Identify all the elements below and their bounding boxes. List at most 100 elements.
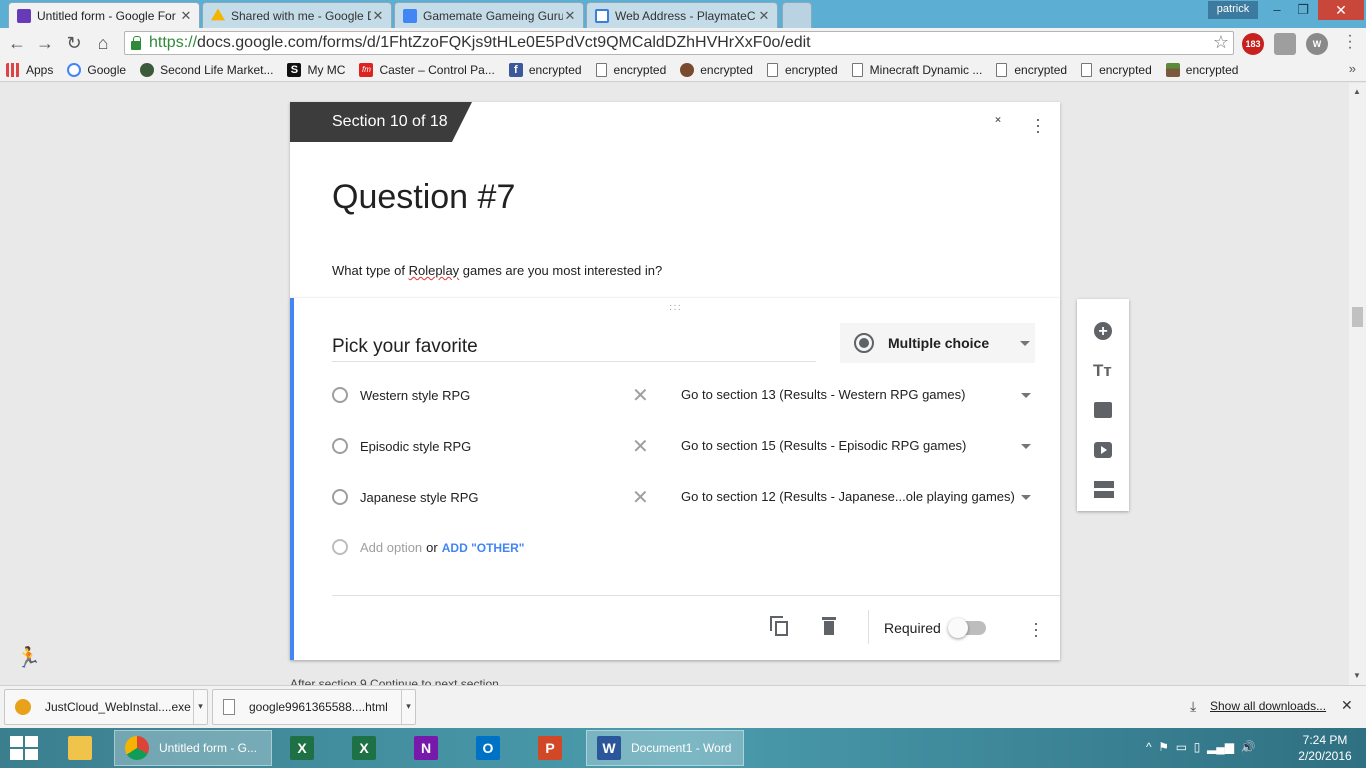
- chevron-down-icon[interactable]: [1021, 495, 1031, 500]
- minimize-icon[interactable]: –: [1264, 0, 1290, 20]
- taskbar-excel[interactable]: X: [280, 730, 330, 766]
- duplicate-icon[interactable]: [770, 616, 788, 636]
- add-video-icon[interactable]: [1094, 442, 1112, 458]
- page-scrollbar[interactable]: ▲ ▼: [1349, 83, 1366, 685]
- chevron-down-icon[interactable]: ▾: [401, 690, 415, 724]
- tab-title: Shared with me - Google D: [231, 8, 371, 23]
- question-more-icon[interactable]: · · ·: [1032, 614, 1040, 644]
- chevron-down-icon[interactable]: [1021, 444, 1031, 449]
- add-other-button[interactable]: ADD "OTHER": [442, 541, 525, 555]
- show-all-downloads-link[interactable]: Show all downloads...: [1210, 699, 1326, 713]
- close-downloads-icon[interactable]: ✕: [1341, 697, 1353, 714]
- go-to-section-select[interactable]: Go to section 12 (Results - Japanese...o…: [681, 489, 1015, 504]
- taskbar-app-label: Document1 - Word: [631, 741, 732, 755]
- google-icon: [67, 62, 82, 77]
- close-tab-icon[interactable]: ✕: [179, 8, 193, 24]
- chevron-down-icon[interactable]: ▾: [193, 690, 207, 724]
- adblock-icon[interactable]: 183: [1242, 33, 1264, 55]
- download-item[interactable]: google9961365588....html ▾: [212, 689, 416, 725]
- add-option-button[interactable]: Add option: [360, 540, 422, 555]
- bookmark-encrypted-4[interactable]: encrypted: [766, 62, 838, 77]
- scroll-down-icon[interactable]: ▼: [1353, 671, 1361, 680]
- bookmark-encrypted-5[interactable]: encrypted: [996, 62, 1067, 77]
- bookmark-google[interactable]: Google: [67, 62, 126, 77]
- trash-icon[interactable]: [822, 617, 836, 635]
- add-title-icon[interactable]: Tт: [1093, 361, 1113, 381]
- bookmark-minecraft-dynamic[interactable]: Minecraft Dynamic ...: [851, 62, 982, 77]
- bookmark-encrypted-6[interactable]: encrypted: [1081, 62, 1152, 77]
- question-card[interactable]: ··· ··· Pick your favorite Multiple choic…: [290, 298, 1060, 660]
- close-tab-icon[interactable]: ✕: [563, 8, 577, 24]
- remove-option-icon[interactable]: ✕: [632, 485, 649, 510]
- reload-icon[interactable]: ↻: [63, 32, 85, 54]
- close-tab-icon[interactable]: ✕: [371, 8, 385, 24]
- remove-option-icon[interactable]: ✕: [632, 383, 649, 408]
- taskbar-outlook[interactable]: O: [466, 730, 516, 766]
- extension-icon[interactable]: [1274, 33, 1296, 55]
- required-toggle[interactable]: [948, 618, 986, 638]
- add-image-icon[interactable]: [1094, 402, 1112, 418]
- bookmark-my-mc[interactable]: S My MC: [287, 62, 345, 77]
- taskbar-file-explorer[interactable]: [58, 730, 104, 766]
- section-header-card: Section 10 of 18 ⌄ ⌃ · · · Question #7 What…: [290, 102, 1060, 298]
- remove-option-icon[interactable]: ✕: [632, 434, 649, 459]
- hand-icon: [140, 62, 155, 77]
- go-to-section-select[interactable]: Go to section 13 (Results - Western RPG …: [681, 387, 965, 402]
- close-tab-icon[interactable]: ✕: [757, 8, 771, 24]
- bookmark-apps[interactable]: Apps: [6, 62, 53, 77]
- home-icon[interactable]: ⌂: [92, 32, 114, 54]
- option-label[interactable]: Japanese style RPG: [360, 490, 479, 505]
- scroll-up-icon[interactable]: ▲: [1353, 87, 1361, 96]
- option-label[interactable]: Western style RPG: [360, 388, 470, 403]
- windows-start-icon[interactable]: [10, 736, 38, 760]
- bookmark-encrypted-1[interactable]: f encrypted: [508, 62, 582, 77]
- profile-button[interactable]: patrick: [1208, 1, 1258, 19]
- scroll-thumb[interactable]: [1352, 307, 1363, 327]
- add-question-icon[interactable]: +: [1094, 322, 1112, 340]
- restore-icon[interactable]: ❐: [1290, 0, 1316, 20]
- bookmark-label: encrypted: [528, 62, 582, 77]
- taskbar-powerpoint[interactable]: P: [528, 730, 578, 766]
- bookmark-second-life[interactable]: Second Life Market...: [140, 62, 273, 77]
- taskbar-onenote[interactable]: N: [404, 730, 454, 766]
- w-extension-icon[interactable]: W: [1306, 33, 1328, 55]
- bookmark-star-icon[interactable]: ☆: [1213, 32, 1229, 53]
- taskbar-excel-2[interactable]: X: [342, 730, 392, 766]
- download-item[interactable]: JustCloud_WebInstal....exe ▾: [4, 689, 208, 725]
- tab-web-address[interactable]: Web Address - PlaymateC ✕: [586, 2, 778, 28]
- section-title[interactable]: Question #7: [332, 178, 515, 217]
- chevron-down-icon[interactable]: [1021, 393, 1031, 398]
- go-to-section-select[interactable]: Go to section 15 (Results - Episodic RPG…: [681, 438, 966, 453]
- taskbar-chrome[interactable]: Untitled form - G...: [114, 730, 272, 766]
- tab-gamemate[interactable]: Gamemate Gameing Guru ✕: [394, 2, 584, 28]
- doc-icon: [851, 62, 863, 77]
- runner-icon[interactable]: 🏃: [16, 645, 41, 670]
- system-tray[interactable]: ^ ⚑ ▭ ▯ ▂▄▆ 🔊: [1146, 740, 1256, 754]
- chrome-menu-icon[interactable]: · · ·: [1345, 28, 1355, 56]
- bookmark-label: encrypted: [1099, 62, 1152, 77]
- bookmark-caster[interactable]: fm Caster – Control Pa...: [359, 62, 495, 77]
- bookmark-encrypted-2[interactable]: encrypted: [595, 62, 666, 77]
- question-type-select[interactable]: Multiple choice: [840, 323, 1035, 363]
- tab-untitled-form[interactable]: Untitled form - Google For ✕: [8, 2, 200, 28]
- section-description[interactable]: What type of Roleplay games are you most…: [332, 263, 662, 278]
- window-close-icon[interactable]: ✕: [1318, 0, 1364, 20]
- tab-shared-with-me[interactable]: Shared with me - Google D ✕: [202, 2, 392, 28]
- bookmarks-overflow-icon[interactable]: »: [1349, 61, 1356, 76]
- section-more-icon[interactable]: · · ·: [1034, 110, 1042, 140]
- taskbar-clock[interactable]: 7:24 PM 2/20/2016: [1290, 732, 1360, 764]
- taskbar-word[interactable]: W Document1 - Word: [586, 730, 744, 766]
- back-icon[interactable]: ←: [6, 32, 28, 54]
- bookmark-encrypted-7[interactable]: encrypted: [1165, 62, 1238, 77]
- collapse-section-icon[interactable]: ⌄ ⌃: [990, 110, 1006, 130]
- bookmark-encrypted-3[interactable]: encrypted: [680, 62, 753, 77]
- address-bar[interactable]: https://docs.google.com/forms/d/1FhtZzoF…: [124, 31, 1234, 55]
- new-tab-button[interactable]: [782, 2, 812, 28]
- question-title-input[interactable]: Pick your favorite: [332, 336, 816, 362]
- lock-icon: [131, 35, 141, 50]
- desc-part: What type of: [332, 263, 409, 278]
- add-section-icon[interactable]: [1093, 481, 1114, 501]
- forward-icon[interactable]: →: [34, 32, 56, 54]
- option-label[interactable]: Episodic style RPG: [360, 439, 471, 454]
- drag-handle-icon[interactable]: ··· ···: [669, 301, 685, 315]
